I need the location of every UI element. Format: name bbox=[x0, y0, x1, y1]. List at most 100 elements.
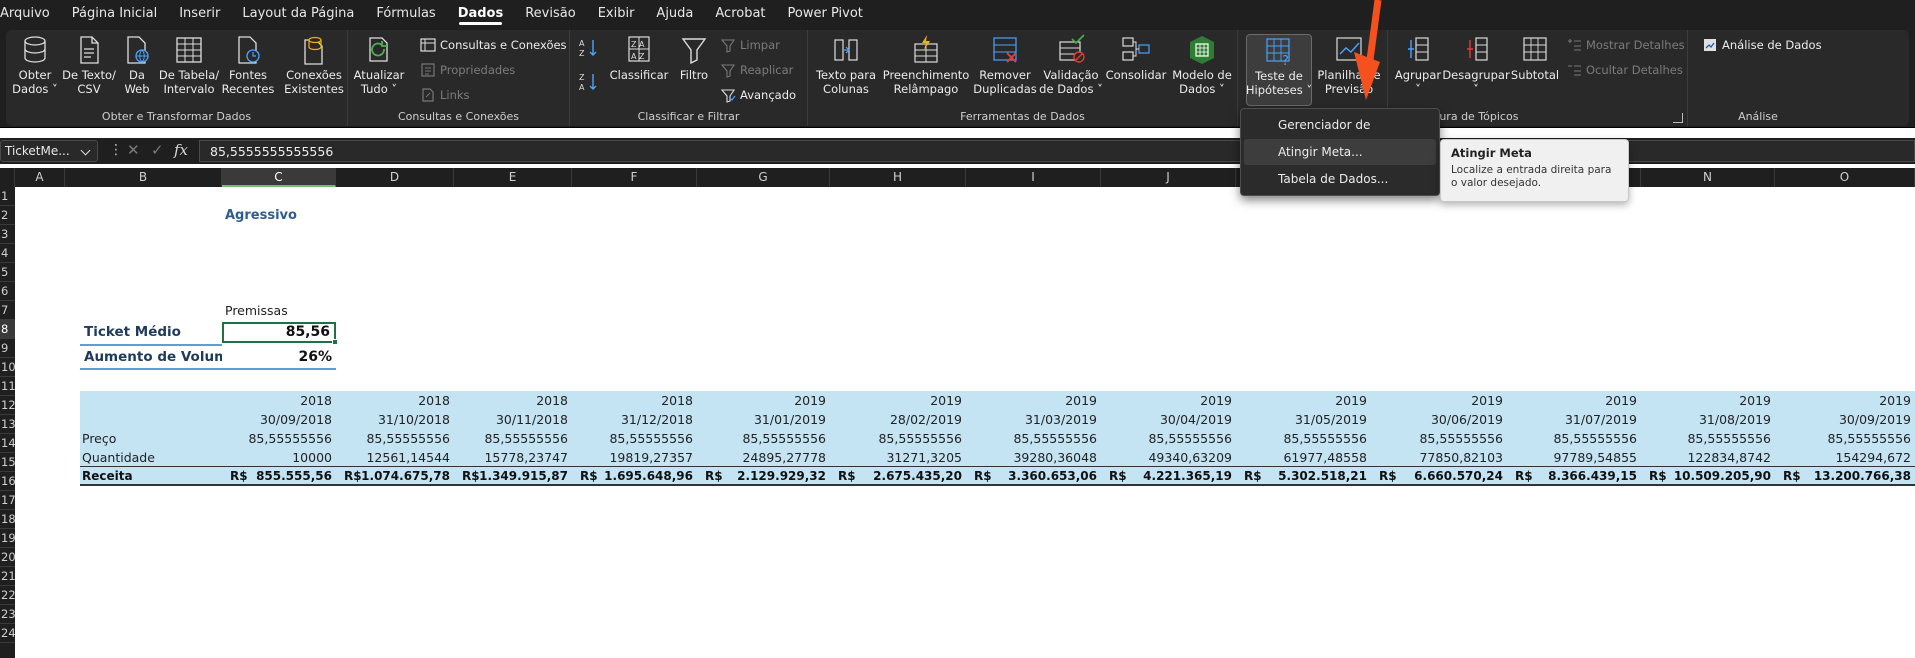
date-cell[interactable]: 31/08/2019 bbox=[1641, 410, 1771, 429]
year-cell[interactable]: 2019 bbox=[1775, 391, 1911, 410]
year-cell[interactable]: 2019 bbox=[697, 391, 826, 410]
row-header-18[interactable]: 18 bbox=[0, 510, 16, 529]
quantidade-cell[interactable]: 31271,3205 bbox=[830, 448, 962, 467]
row-header-9[interactable]: 9 bbox=[0, 339, 15, 358]
date-cell[interactable]: 31/05/2019 bbox=[1236, 410, 1367, 429]
atualizar-tudo-button[interactable]: Atualizar Tudo ˅ bbox=[354, 34, 404, 106]
scenario-title[interactable]: Agressivo bbox=[225, 206, 297, 225]
menu-power-pivot[interactable]: Power Pivot bbox=[777, 0, 874, 28]
menu-exibir[interactable]: Exibir bbox=[587, 0, 646, 28]
year-cell[interactable]: 2019 bbox=[1101, 391, 1232, 410]
menu-inserir[interactable]: Inserir bbox=[168, 0, 231, 28]
date-cell[interactable]: 31/12/2018 bbox=[572, 410, 693, 429]
sort-az-button[interactable]: AZ bbox=[578, 38, 600, 58]
preco-cell[interactable]: 85,55555556 bbox=[1371, 429, 1503, 448]
row-header-23[interactable]: 23 bbox=[0, 605, 16, 624]
preco-cell[interactable]: 85,55555556 bbox=[1507, 429, 1637, 448]
remover-duplicadas-button[interactable]: Remover Duplicadas bbox=[972, 34, 1038, 106]
column-header-c[interactable]: C bbox=[222, 168, 336, 187]
column-header-f[interactable]: F bbox=[572, 168, 697, 187]
column-header-a[interactable]: A bbox=[15, 168, 65, 187]
preco-cell[interactable]: 85,55555556 bbox=[222, 429, 332, 448]
column-header-h[interactable]: H bbox=[830, 168, 966, 187]
de-tabela-intervalo-button[interactable]: De Tabela/ Intervalo bbox=[158, 34, 220, 106]
preco-cell[interactable]: 85,55555556 bbox=[454, 429, 568, 448]
propriedades-button[interactable]: Propriedades bbox=[420, 60, 515, 80]
avancado-button[interactable]: Avançado bbox=[720, 85, 796, 105]
cancel-icon[interactable]: ✕ bbox=[127, 141, 140, 159]
row-header-22[interactable]: 22 bbox=[0, 586, 16, 605]
consolidar-button[interactable]: Consolidar bbox=[1104, 34, 1168, 106]
row-header-2[interactable]: 2 bbox=[0, 206, 15, 225]
preco-cell[interactable]: 85,55555556 bbox=[1775, 429, 1911, 448]
menu-revisao[interactable]: Revisão bbox=[514, 0, 586, 28]
select-all-corner[interactable] bbox=[0, 168, 15, 187]
year-cell[interactable]: 2018 bbox=[454, 391, 568, 410]
preco-label[interactable]: Preço bbox=[82, 429, 116, 448]
row-header-14[interactable]: 14 bbox=[0, 434, 16, 453]
links-button[interactable]: Links bbox=[420, 85, 470, 105]
validacao-dados-button[interactable]: Validação de Dados ˅ bbox=[1039, 34, 1103, 106]
quantidade-label[interactable]: Quantidade bbox=[82, 448, 155, 467]
quantidade-cell[interactable]: 77850,82103 bbox=[1371, 448, 1503, 467]
subtotal-button[interactable]: Subtotal bbox=[1510, 34, 1560, 106]
worksheet-grid[interactable]: ABCDEFGHIJKLMNO 123456789101112131415161… bbox=[0, 168, 1915, 658]
modelo-dados-button[interactable]: Modelo de Dados ˅ bbox=[1170, 34, 1234, 106]
analise-dados-button[interactable]: Análise de Dados bbox=[1702, 35, 1822, 55]
quantidade-cell[interactable]: 49340,63209 bbox=[1101, 448, 1232, 467]
year-cell[interactable]: 2018 bbox=[222, 391, 332, 410]
row-header-11[interactable]: 11 bbox=[0, 377, 16, 396]
date-cell[interactable]: 31/07/2019 bbox=[1507, 410, 1637, 429]
ocultar-detalhes-button[interactable]: Ocultar Detalhes bbox=[1566, 60, 1683, 80]
agrupar-button[interactable]: Agrupar ˅ bbox=[1394, 34, 1442, 106]
date-cell[interactable]: 28/02/2019 bbox=[830, 410, 962, 429]
row-header-13[interactable]: 13 bbox=[0, 415, 16, 434]
year-cell[interactable]: 2019 bbox=[1371, 391, 1503, 410]
row-header-17[interactable]: 17 bbox=[0, 491, 16, 510]
date-cell[interactable]: 30/06/2019 bbox=[1371, 410, 1503, 429]
column-header-o[interactable]: O bbox=[1775, 168, 1915, 187]
more-vertical-icon[interactable]: ⋮ bbox=[109, 142, 123, 158]
preco-cell[interactable]: 85,55555556 bbox=[697, 429, 826, 448]
date-cell[interactable]: 31/01/2019 bbox=[697, 410, 826, 429]
quantidade-cell[interactable]: 19819,27357 bbox=[572, 448, 693, 467]
teste-hipoteses-button[interactable]: ? Teste de Hipóteses ˅ bbox=[1246, 34, 1312, 106]
check-icon[interactable]: ✓ bbox=[151, 141, 164, 159]
quantidade-cell[interactable]: 154294,672 bbox=[1775, 448, 1911, 467]
formula-input[interactable]: 85,5555555555556 bbox=[199, 140, 1915, 162]
date-cell[interactable]: 30/09/2019 bbox=[1775, 410, 1911, 429]
row-header-10[interactable]: 10 bbox=[0, 358, 16, 377]
row-header-3[interactable]: 3 bbox=[0, 225, 15, 244]
preco-cell[interactable]: 85,55555556 bbox=[572, 429, 693, 448]
menu-item-gerenciador-cenarios[interactable]: Gerenciador de Cenários... bbox=[1244, 112, 1436, 158]
preco-cell[interactable]: 85,55555556 bbox=[1641, 429, 1771, 448]
column-header-g[interactable]: G bbox=[697, 168, 830, 187]
year-cell[interactable]: 2018 bbox=[572, 391, 693, 410]
preco-cell[interactable]: 85,55555556 bbox=[966, 429, 1097, 448]
insert-function-icon[interactable]: fx bbox=[174, 141, 188, 159]
menu-layout-da-pagina[interactable]: Layout da Página bbox=[231, 0, 365, 28]
menu-formulas[interactable]: Fórmulas bbox=[365, 0, 446, 28]
consultas-conexoes-button[interactable]: Consultas e Conexões bbox=[420, 35, 567, 55]
quantidade-cell[interactable]: 122834,8742 bbox=[1641, 448, 1771, 467]
column-header-n[interactable]: N bbox=[1641, 168, 1775, 187]
date-cell[interactable]: 31/10/2018 bbox=[336, 410, 450, 429]
filtro-button[interactable]: Filtro bbox=[674, 34, 714, 106]
da-web-button[interactable]: Da Web bbox=[118, 34, 156, 106]
ticket-medio-label[interactable]: Ticket Médio bbox=[84, 323, 181, 342]
date-cell[interactable]: 30/04/2019 bbox=[1101, 410, 1232, 429]
row-header-24[interactable]: 24 bbox=[0, 624, 16, 643]
date-cell[interactable]: 31/03/2019 bbox=[966, 410, 1097, 429]
year-cell[interactable]: 2019 bbox=[1236, 391, 1367, 410]
row-header-5[interactable]: 5 bbox=[0, 263, 15, 282]
sort-za-button[interactable]: ZA bbox=[578, 72, 600, 92]
obter-dados-button[interactable]: Obter Dados ˅ bbox=[12, 34, 58, 106]
column-header-d[interactable]: D bbox=[336, 168, 454, 187]
dialog-launcher-icon[interactable] bbox=[1673, 113, 1683, 123]
quantidade-cell[interactable]: 10000 bbox=[222, 448, 332, 467]
year-cell[interactable]: 2019 bbox=[966, 391, 1097, 410]
menu-item-tabela-dados[interactable]: Tabela de Dados... bbox=[1244, 166, 1436, 192]
menu-item-atingir-meta[interactable]: Atingir Meta... bbox=[1244, 139, 1436, 165]
fill-handle[interactable] bbox=[332, 339, 338, 345]
column-header-i[interactable]: I bbox=[966, 168, 1101, 187]
